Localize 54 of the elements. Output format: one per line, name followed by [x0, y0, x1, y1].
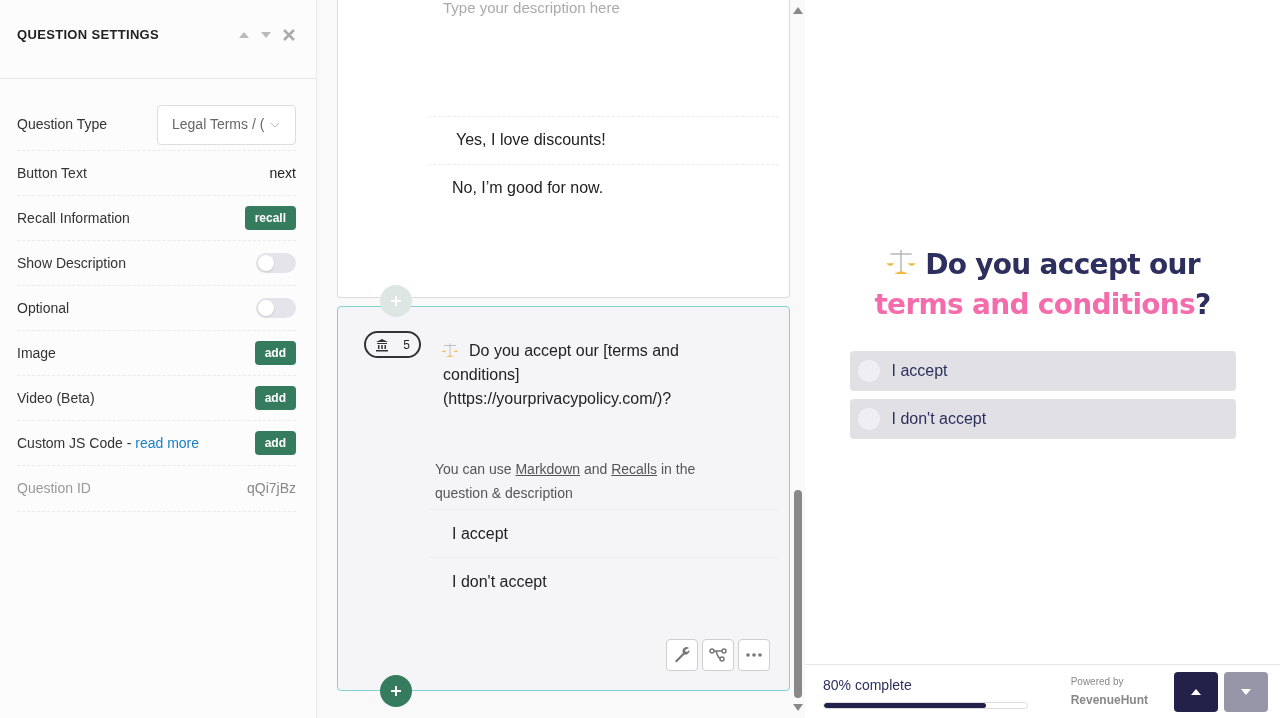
branch-icon [708, 645, 728, 665]
logic-button[interactable] [702, 639, 734, 671]
scroll-up-icon[interactable] [792, 6, 803, 14]
setting-label: Video (Beta) [17, 388, 95, 408]
setting-label: Button Text [17, 163, 87, 183]
toggle-switch[interactable] [256, 298, 296, 318]
setting-label: Recall Information [17, 208, 130, 228]
scrollbar-thumb[interactable] [793, 490, 802, 698]
add-question-button[interactable] [380, 675, 412, 707]
setting-label: Custom JS Code - read more [17, 433, 200, 453]
question-id-value: qQi7jBz [246, 479, 296, 498]
setting-label: Image [17, 343, 56, 363]
add-button[interactable]: recall [244, 206, 296, 230]
question-number-badge: 5 [364, 331, 421, 358]
answer-choice[interactable]: I accept [849, 351, 1236, 391]
settings-button[interactable] [666, 639, 698, 671]
caret-up-icon [1190, 687, 1202, 696]
more-icon [746, 652, 762, 658]
markdown-hint: You can use Markdown and Recalls in the question & description [435, 460, 697, 503]
setting-label: Optional [17, 298, 70, 318]
setting-label: Question Type [17, 115, 108, 134]
add-button[interactable]: add [254, 386, 296, 410]
move-up-icon[interactable] [238, 31, 250, 39]
question-text[interactable]: Do you accept our [terms and conditions](https://yourprivacypolicy.com/)? [443, 339, 731, 411]
answer-option[interactable]: I don't accept [452, 569, 547, 594]
caret-down-icon [1240, 687, 1252, 696]
setting-label: Show Description [17, 253, 126, 273]
close-icon[interactable] [282, 28, 296, 42]
panel-title: QUESTION SETTINGS [17, 26, 160, 45]
question-type-select[interactable]: Legal Terms / ( [157, 104, 296, 145]
move-down-icon[interactable] [260, 31, 272, 39]
button-text-value[interactable]: next [269, 162, 296, 184]
read-more-link[interactable]: read more [135, 434, 200, 451]
add-button[interactable]: add [254, 341, 296, 365]
answer-option[interactable]: Yes, I love discounts! [456, 128, 606, 152]
more-button[interactable] [738, 639, 770, 671]
bank-icon [375, 337, 390, 352]
answer-option[interactable]: I accept [452, 521, 509, 546]
scroll-down-icon[interactable] [792, 704, 803, 712]
plus-icon [390, 685, 402, 697]
progress-label: 80% complete [823, 675, 913, 695]
hint-link[interactable]: Markdown [515, 461, 581, 477]
toggle-switch[interactable] [256, 253, 296, 273]
hint-link[interactable]: Recalls [611, 461, 658, 477]
add-button[interactable]: add [254, 431, 296, 455]
powered-by-label: Powered by [1070, 675, 1125, 689]
plus-icon [390, 295, 402, 307]
previous-button[interactable] [1174, 671, 1218, 712]
brand-name: RevenueHunt [1070, 692, 1148, 709]
preview-question-title: Do you accept our terms and conditions? [873, 245, 1212, 323]
answer-option[interactable]: No, I’m good for now. [452, 176, 604, 200]
answer-choice[interactable]: I don't accept [849, 399, 1236, 439]
scale-icon [441, 341, 459, 359]
setting-label: Question ID [17, 479, 91, 498]
